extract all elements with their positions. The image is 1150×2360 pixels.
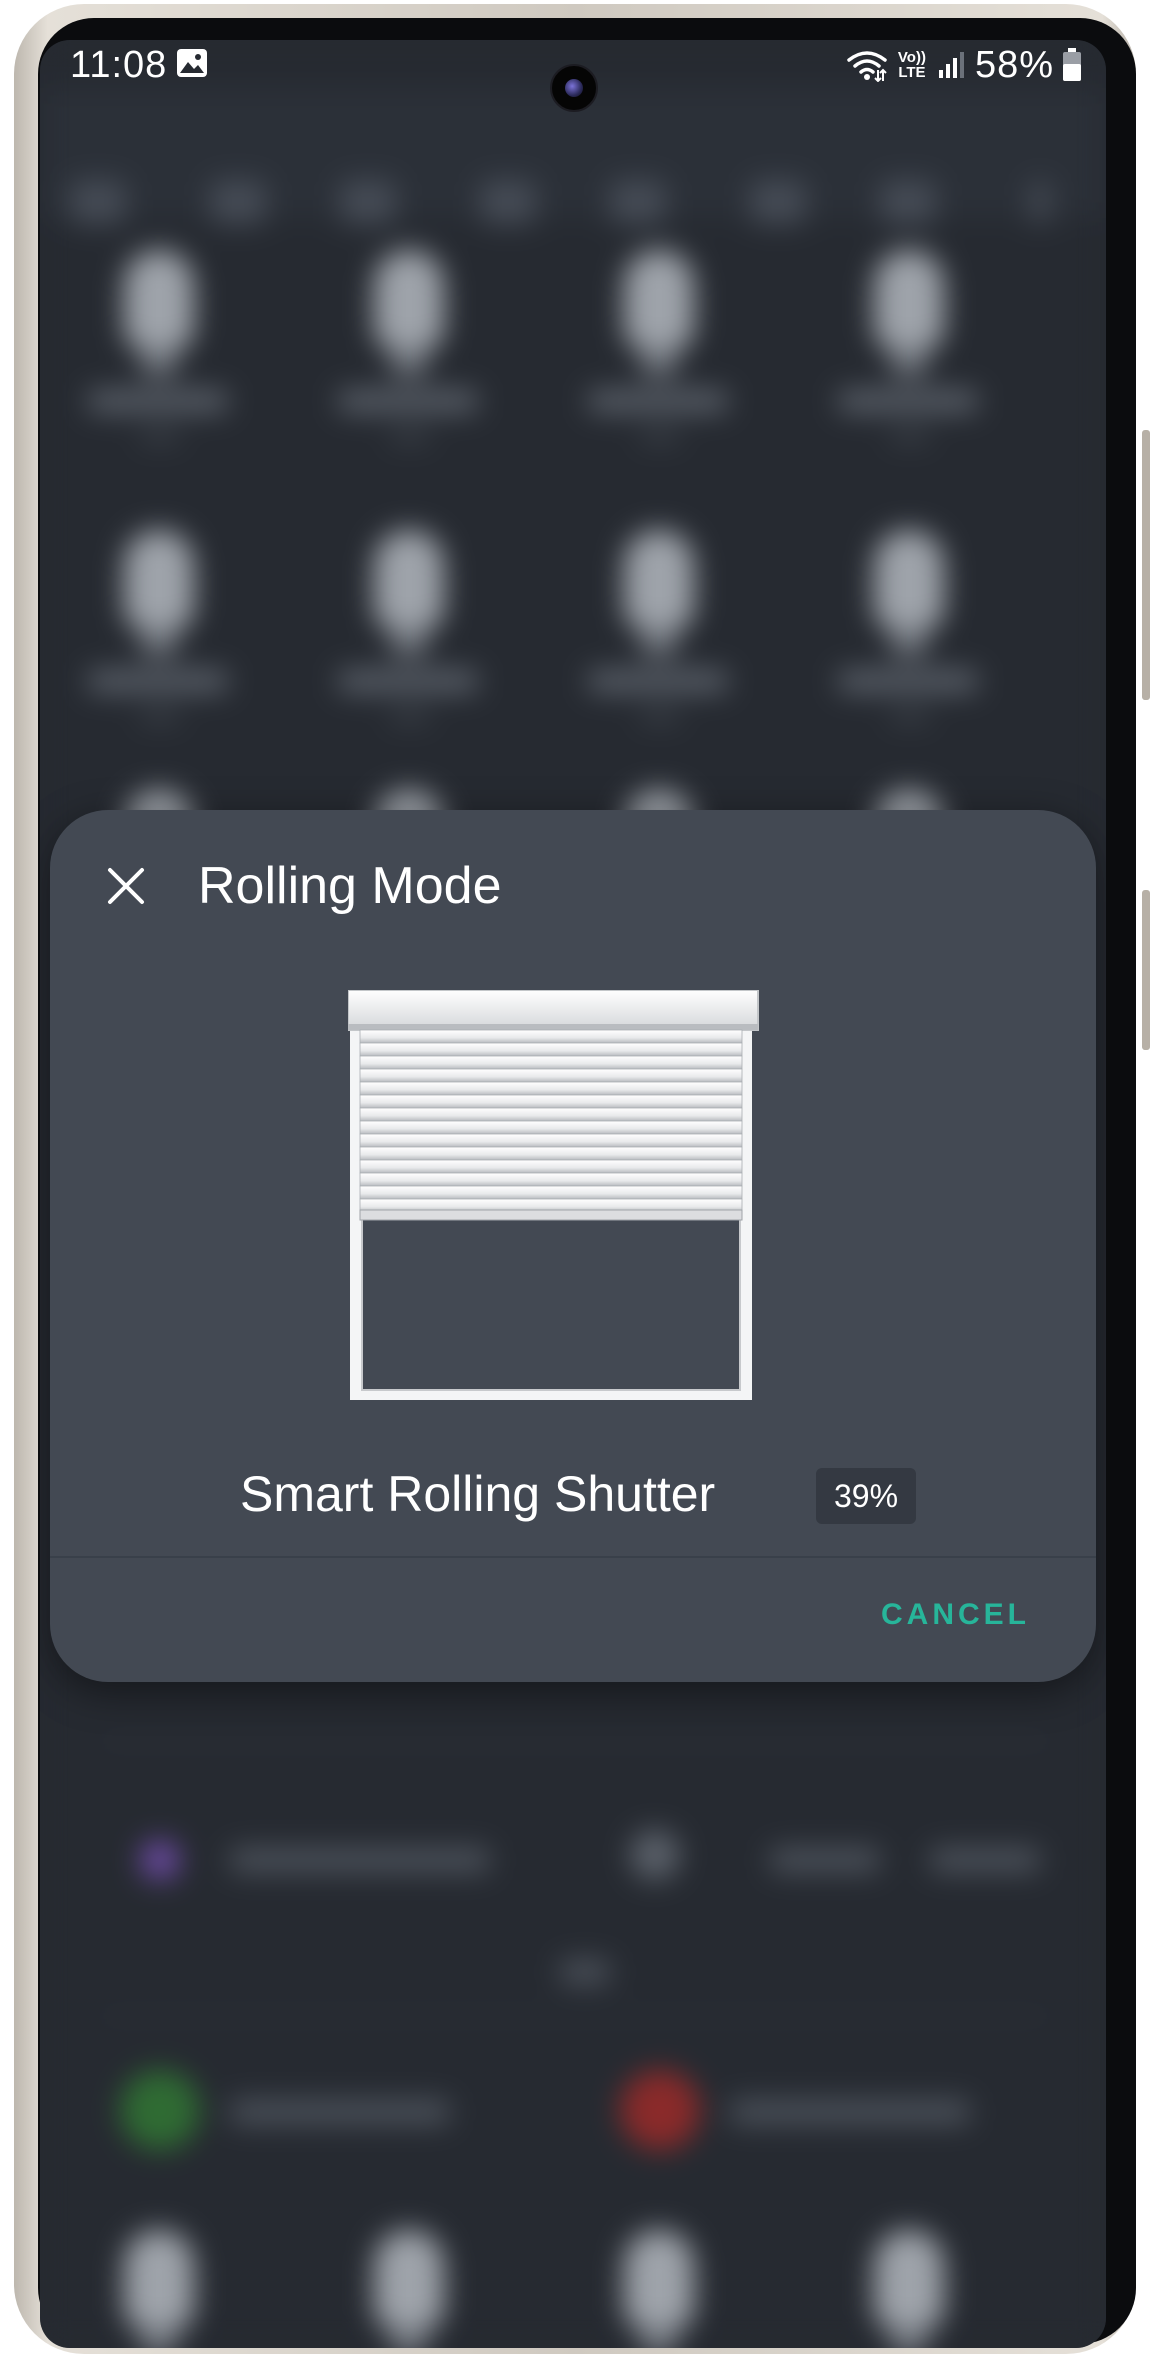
background-light-tile <box>540 500 780 750</box>
shutter-slat <box>359 1107 743 1122</box>
dialog-divider <box>50 1556 1096 1558</box>
shutter-slat <box>359 1185 743 1200</box>
rolling-mode-dialog: Rolling Mode Smart Rolling Shutter 39% C… <box>50 810 1096 1682</box>
screen: 11:08 Vo)) LTE 58% Rolling Mode Smart Ro… <box>40 40 1106 2348</box>
power-button <box>1142 890 1150 1050</box>
device-row: Smart Rolling Shutter 39% <box>50 1458 1096 1534</box>
background-text <box>230 2100 450 2124</box>
background-toolbar-icon <box>340 180 396 224</box>
shutter-slat <box>359 1133 743 1148</box>
background-toolbar-icon <box>480 180 536 224</box>
background-light-tile <box>790 500 1030 750</box>
background-divider <box>100 1740 1050 1742</box>
shutter-slats <box>359 1029 743 1213</box>
shutter-slat <box>359 1094 743 1109</box>
gallery-icon <box>177 49 207 77</box>
background-text <box>560 1960 610 1984</box>
rolling-shutter-image <box>348 990 759 1400</box>
shutter-slat <box>359 1029 743 1044</box>
position-percent-badge: 39% <box>816 1468 916 1524</box>
background-dot <box>620 2070 700 2150</box>
status-indicators: Vo)) LTE 58% <box>847 40 1082 90</box>
background-toolbar-icon <box>750 180 806 224</box>
shutter-slat <box>359 1159 743 1174</box>
background-text <box>230 1848 490 1872</box>
background-toolbar-icon <box>70 180 126 224</box>
background-light-tile <box>790 220 1030 470</box>
lte-label: LTE <box>898 64 926 81</box>
volte-label: Vo)) <box>897 49 926 66</box>
close-button[interactable] <box>96 856 156 916</box>
device-name: Smart Rolling Shutter <box>240 1466 716 1522</box>
background-light-tile <box>40 220 280 470</box>
background-dot <box>140 1840 180 1880</box>
battery-icon <box>1063 48 1081 81</box>
background-text <box>930 1848 1040 1872</box>
status-time: 11:08 <box>70 44 168 86</box>
background-text <box>770 1848 880 1872</box>
battery-percent: 58% <box>974 44 1054 86</box>
volte-icon: Vo)) LTE <box>895 47 929 83</box>
background-light-tile <box>40 500 280 750</box>
background-light-tile <box>290 220 530 470</box>
background-text <box>730 2100 970 2124</box>
signal-icon <box>938 52 964 78</box>
background-light-tile <box>290 2200 530 2348</box>
shutter-slat <box>359 1068 743 1083</box>
cancel-button[interactable]: CANCEL <box>867 1580 1044 1650</box>
background-dot <box>120 2070 200 2150</box>
background-divider <box>100 2015 1050 2017</box>
background-toolbar-icon <box>210 180 266 224</box>
background-light-tile <box>540 220 780 470</box>
shutter-slat <box>359 1081 743 1096</box>
shutter-slat <box>359 1172 743 1187</box>
front-camera <box>550 64 598 112</box>
background-light-tile <box>540 2200 780 2348</box>
shutter-slat <box>359 1120 743 1135</box>
background-light-tile <box>790 2200 1030 2348</box>
phone-frame: 11:08 Vo)) LTE 58% Rolling Mode Smart Ro… <box>0 0 1150 2360</box>
shutter-slat <box>359 1146 743 1161</box>
volume-button <box>1142 430 1150 700</box>
background-dot <box>630 1830 680 1880</box>
wifi-icon <box>847 51 887 82</box>
background-light-tile <box>40 2200 280 2348</box>
shutter-slat <box>359 1042 743 1057</box>
shutter-slat <box>359 1055 743 1070</box>
close-icon <box>108 868 144 904</box>
dialog-title: Rolling Mode <box>198 857 502 915</box>
background-toolbar-icon <box>1030 180 1050 224</box>
background-toolbar-icon <box>610 180 666 224</box>
background-toolbar-icon <box>880 180 936 224</box>
background-light-tile <box>290 500 530 750</box>
